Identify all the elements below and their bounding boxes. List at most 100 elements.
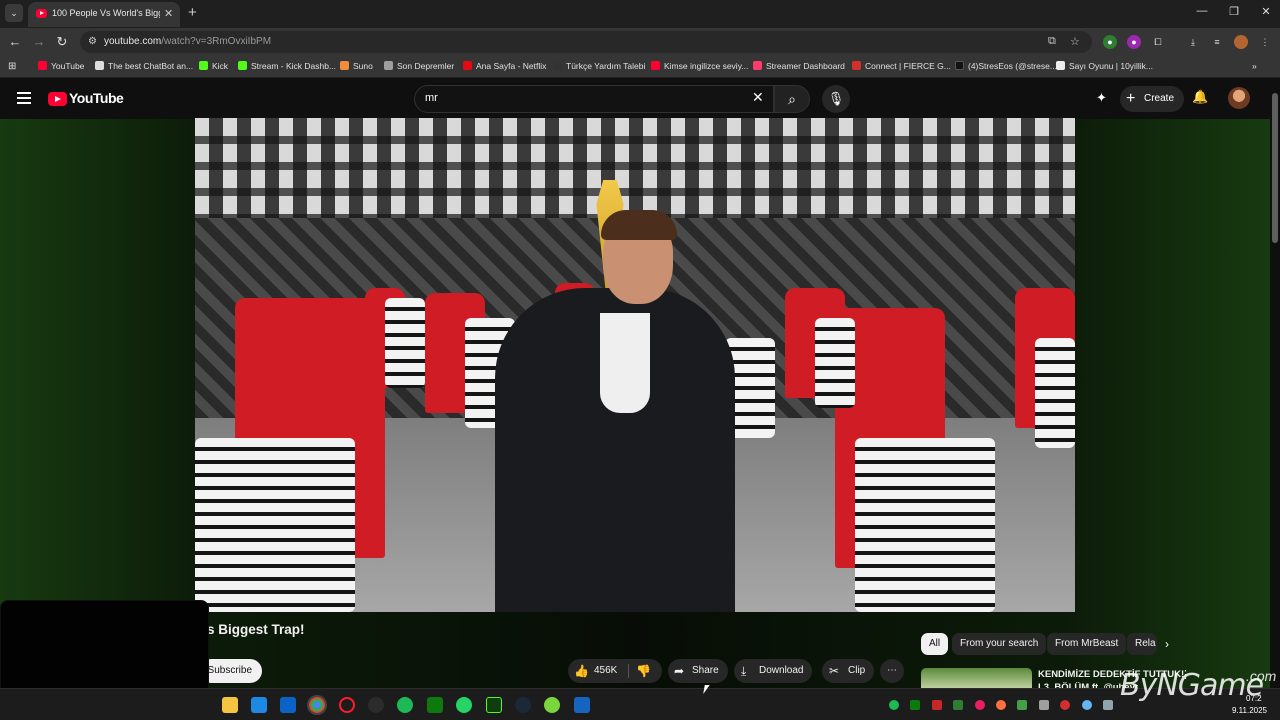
bookmark-item[interactable]: Stream - Kick Dashb... — [238, 61, 336, 71]
steam-icon[interactable] — [515, 697, 531, 713]
profile-avatar-icon[interactable] — [1234, 35, 1248, 49]
extensions-puzzle-icon[interactable]: ⧠ — [1151, 35, 1165, 49]
tray-xbox-icon[interactable] — [953, 700, 963, 710]
browser-menu-icon[interactable]: ⋮ — [1258, 35, 1272, 49]
tray-app-icon[interactable] — [996, 700, 1006, 710]
more-actions-button[interactable]: ⋯ — [880, 659, 904, 683]
browser-tab[interactable]: 100 People Vs World's Biggest Trap! ✕ — [28, 2, 180, 27]
back-arrow-icon[interactable]: ← — [7, 34, 23, 50]
scrollbar[interactable] — [1270, 79, 1280, 688]
chip-from-your-search[interactable]: From your search — [952, 633, 1047, 655]
outlook-icon[interactable] — [280, 697, 296, 713]
minimize-button[interactable]: — — [1192, 5, 1212, 17]
kick-app-icon[interactable] — [486, 697, 502, 713]
extension-shield-icon[interactable]: ● — [1103, 35, 1117, 49]
bookmark-item[interactable]: The best ChatBot an... — [95, 61, 193, 71]
bookmark-label: The best ChatBot an... — [108, 61, 194, 71]
bookmark-label: Streamer Dashboard — [766, 61, 845, 71]
chatbot-bookmark-icon — [95, 61, 104, 70]
plus-icon: + — [1126, 90, 1136, 107]
obs-icon[interactable] — [368, 697, 384, 713]
extension-purple-icon[interactable]: ● — [1127, 35, 1141, 49]
youtube-logo-text[interactable]: YouTube — [69, 90, 124, 106]
scrollbar-thumb[interactable] — [1272, 93, 1278, 243]
create-button[interactable]: + Create — [1120, 86, 1184, 112]
app-window-icon[interactable] — [574, 697, 590, 713]
file-explorer-icon[interactable] — [222, 697, 238, 713]
clear-search-icon[interactable]: ✕ — [752, 89, 764, 106]
tab-close-icon[interactable]: ✕ — [164, 7, 173, 20]
reload-icon[interactable]: ↻ — [54, 34, 70, 50]
tray-app-icon[interactable] — [1060, 700, 1070, 710]
chevron-right-icon[interactable]: › — [1165, 637, 1169, 651]
store-icon[interactable] — [251, 697, 267, 713]
bookmark-item[interactable]: Türkçe Yardım Talebi — [553, 61, 645, 71]
tray-app-icon[interactable] — [975, 700, 985, 710]
install-app-icon[interactable]: ⧉ — [1048, 35, 1056, 48]
window-close-button[interactable]: ✕ — [1256, 5, 1276, 18]
premium-icon[interactable]: ✦ — [1096, 90, 1107, 106]
maximize-button[interactable]: ❐ — [1224, 5, 1244, 18]
share-icon: ➦ — [674, 664, 685, 678]
bell-icon[interactable]: 🔔 — [1192, 89, 1208, 105]
app-icon[interactable] — [544, 697, 560, 713]
watermark-logo: ByNGame — [1120, 668, 1264, 703]
reading-list-icon[interactable]: ≡ — [1210, 35, 1224, 49]
video-player[interactable] — [195, 118, 1075, 612]
bookmark-item[interactable]: (4)StresEos (@strese... — [955, 61, 1057, 71]
bookmark-item[interactable]: Suno — [340, 61, 373, 71]
search-icon[interactable]: ⌕ — [774, 85, 810, 113]
bookmark-label: Suno — [353, 61, 373, 71]
nvidia-icon[interactable] — [427, 697, 443, 713]
download-icon[interactable]: ⤓ — [1186, 35, 1200, 49]
address-bar[interactable]: ⚙ youtube.com/watch?v=3RmOvxiIbPM ⧉ ☆ — [80, 31, 1092, 53]
new-tab-button[interactable]: + — [188, 4, 197, 21]
search-box[interactable] — [414, 85, 774, 113]
url-text[interactable]: youtube.com/watch?v=3RmOvxiIbPM — [104, 36, 271, 47]
download-button[interactable]: ⤓ Download — [734, 659, 812, 683]
bookmark-item[interactable]: Sayı Oyunu | 10yillik... — [1056, 61, 1153, 71]
chip-from-mrbeast[interactable]: From MrBeast — [1047, 633, 1127, 655]
tray-app-icon[interactable] — [1039, 700, 1049, 710]
avatar[interactable] — [1228, 87, 1250, 109]
apps-grid-icon[interactable]: ⊞ — [8, 61, 16, 72]
bookmark-item[interactable]: YouTube — [38, 61, 84, 71]
youtube-logo-icon[interactable] — [48, 92, 67, 106]
forward-arrow-icon[interactable]: → — [31, 34, 47, 50]
bookmark-star-icon[interactable]: ☆ — [1070, 35, 1080, 48]
bookmark-item[interactable]: Kick — [199, 61, 228, 71]
tray-nvidia-icon[interactable] — [910, 700, 920, 710]
tray-app-icon[interactable] — [1017, 700, 1027, 710]
like-count[interactable]: 456K — [594, 659, 617, 683]
tray-spotify-icon[interactable] — [889, 700, 899, 710]
clock-date[interactable]: 9.11.2025 — [1232, 706, 1267, 715]
bookmark-item[interactable]: Connect | FIERCE G... — [852, 61, 951, 71]
bookmark-label: Kimse ingilizce seviy... — [664, 61, 749, 71]
microphone-icon[interactable]: 🎙 — [822, 85, 850, 113]
whatsapp-icon[interactable] — [456, 697, 472, 713]
opera-icon[interactable] — [339, 697, 355, 713]
search-input[interactable] — [425, 92, 745, 104]
share-button[interactable]: ➦ Share — [668, 659, 728, 683]
thumbs-down-icon[interactable]: 👎 — [636, 659, 651, 683]
bookmark-item[interactable]: Ana Sayfa - Netflix — [463, 61, 546, 71]
tray-app-icon[interactable] — [932, 700, 942, 710]
spotify-icon[interactable] — [397, 697, 413, 713]
chip-all[interactable]: All — [921, 633, 949, 655]
thumbs-up-icon[interactable]: 👍 — [574, 659, 589, 683]
bookmarks-bar: ⊞ YouTube The best ChatBot an... Kick St… — [0, 56, 1280, 78]
chrome-icon[interactable] — [307, 695, 327, 715]
clip-button[interactable]: ✂ Clip — [822, 659, 874, 683]
hamburger-menu-icon[interactable] — [17, 92, 31, 104]
tray-app-icon[interactable] — [1082, 700, 1092, 710]
bookmarks-overflow-icon[interactable]: » — [1252, 61, 1257, 71]
tab-list-button[interactable]: ⌄ — [5, 4, 23, 22]
chip-related[interactable]: Rela — [1127, 633, 1157, 655]
bookmark-item[interactable]: Kimse ingilizce seviy... — [651, 61, 748, 71]
recommendation-thumbnail[interactable] — [921, 668, 1032, 690]
site-info-icon[interactable]: ⚙ — [88, 36, 97, 47]
bookmark-label: Stream - Kick Dashb... — [251, 61, 337, 71]
bookmark-item[interactable]: Son Depremler — [384, 61, 454, 71]
bookmark-item[interactable]: Streamer Dashboard — [753, 61, 845, 71]
tray-app-icon[interactable] — [1103, 700, 1113, 710]
